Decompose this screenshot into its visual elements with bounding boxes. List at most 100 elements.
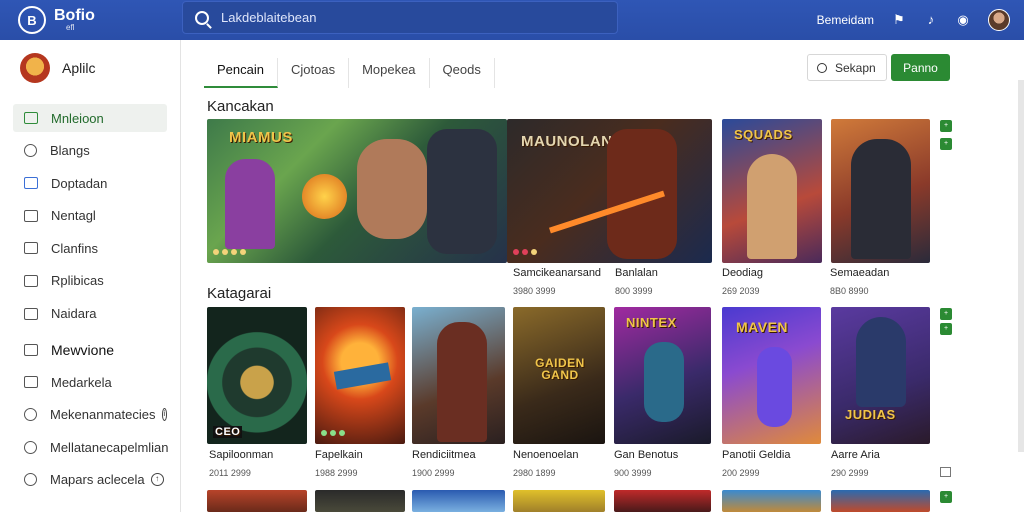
section-title-category: Katagarai [207,285,272,302]
sidebar-item-9[interactable]: Medarkela [13,368,167,396]
side-action-button[interactable]: + [940,323,952,335]
scrollbar[interactable] [1018,80,1024,452]
card-art-title: MIAMUS [229,129,293,146]
tab-3[interactable]: Mopekea [349,58,430,88]
grid-card-2[interactable] [315,307,405,444]
chat-icon [24,440,37,454]
featured-card-3[interactable]: SQUADS [722,119,822,263]
search-bar[interactable] [182,1,618,34]
card-meta: 269 2039 [722,286,760,296]
sidebar-item-7[interactable]: Naidara [13,300,167,328]
side-action-button[interactable]: + [940,308,952,320]
sidebar-item-label: Blangs [50,143,90,159]
grid-card-partial[interactable] [614,490,711,512]
sidebar-item-4[interactable]: Nentagl [13,202,167,230]
tab-1[interactable]: Pencain [204,58,278,88]
sidebar-item-label: Clanfins [51,240,98,256]
side-action-button[interactable]: + [940,120,952,132]
side-action-button[interactable]: + [940,138,952,150]
grid-card-partial[interactable] [513,490,605,512]
card-meta: 2980 1899 [513,468,556,478]
card-title: Banlalan [615,267,658,279]
card-meta: 3980 3999 [513,286,556,296]
card-title: Nenoenoelan [513,449,579,461]
search-button[interactable]: Sekapn [807,54,887,81]
card-meta: 200 2999 [722,468,760,478]
card-meta: 8B0 8990 [830,286,869,296]
featured-card-4[interactable] [831,119,930,263]
grid-card-6[interactable]: MAVEN [722,307,821,444]
card-art-title: CEO [213,426,243,438]
card-art-title: GAIDEN GAND [535,356,585,382]
sidebar-item-11[interactable]: Mellatanecapelmlian [13,433,169,461]
card-title: Deodiag [722,267,763,279]
search-icon [195,10,209,25]
card-meta: 1988 2999 [315,468,358,478]
sidebar-item-label: Mewvione [51,341,115,358]
sidebar-item-home[interactable]: Mnleioon [13,104,167,132]
sidebar-item-5[interactable]: Clanfins [13,234,167,262]
grid-card-3[interactable] [412,307,505,444]
card-title: Aarre Aria [831,449,880,461]
card-title: Rendiciitmea [412,449,476,461]
card-meta: 800 3999 [615,286,653,296]
card-art-title: SQUADS [734,127,793,142]
search-icon [817,62,827,73]
notification-icon[interactable]: ♪ [924,13,938,27]
settings-icon[interactable]: ◉ [956,13,970,27]
help-icon [24,408,37,422]
sidebar: Aplilc Mnleioon Blangs Doptadan Nentagl … [0,40,181,512]
copy-icon [24,274,38,287]
card-meta: 900 3999 [614,468,652,478]
grid-card-partial[interactable] [315,490,405,512]
sidebar-item-label: Doptadan [51,175,108,191]
tab-2[interactable]: Cjotoas [278,58,350,88]
featured-card-2[interactable]: MAUNOLAN [507,119,712,263]
menu-icon [24,343,38,356]
grid-card-7[interactable]: JUDIAS [831,307,930,444]
sidebar-item-10[interactable]: Mekenanmatecies i [13,401,167,429]
sidebar-item-label: Mellatanecapelmlian [50,439,169,455]
sidebar-item-label: Medarkela [51,374,112,390]
grid-card-partial[interactable] [412,490,505,512]
sidebar-section-heading[interactable]: Mewvione [13,336,167,364]
box-icon [24,209,38,222]
grid-card-partial[interactable] [207,490,307,512]
home-icon [24,112,38,124]
arrow-up-icon: ↑ [150,473,164,487]
main-content: Pencain Cjotoas Mopekea Qeods Sekapn Pan… [182,40,1024,512]
profile[interactable]: Aplilc [20,53,180,83]
tab-4[interactable]: Qeods [430,58,495,88]
card-title: Gan Benotus [614,449,679,461]
card-title: Samcikeanarsand [513,267,602,279]
grid-card-partial[interactable] [831,490,930,512]
side-action-button[interactable]: + [940,491,952,503]
sidebar-item-6[interactable]: Rplibicas [13,267,167,295]
sidebar-item-3[interactable]: Doptadan [13,169,167,197]
section-title-featured: Kancakan [207,98,274,115]
sidebar-item-12[interactable]: Mapars aclecela ↑ [13,466,167,494]
featured-card-1[interactable]: MIAMUS [207,119,507,263]
grid-card-partial[interactable] [722,490,821,512]
card-title: Sapiloonman [209,449,274,461]
sidebar-item-label: Nentagl [51,208,96,224]
map-icon [24,473,37,487]
primary-button[interactable]: Panno [891,54,950,81]
search-input[interactable] [221,10,601,25]
logo-mark-icon: B [18,6,46,34]
card-art-title: NINTEX [626,315,677,330]
list-icon [24,307,38,320]
sidebar-item-2[interactable]: Blangs [13,137,167,165]
user-label[interactable]: Bemeidam [817,13,874,27]
bookmark-icon[interactable]: ⚑ [892,13,906,27]
profile-name: Aplilc [62,60,96,76]
avatar[interactable] [988,9,1010,31]
grid-card-5[interactable]: NINTEX [614,307,711,444]
card-meta: 1900 2999 [412,468,455,478]
grid-card-4[interactable]: GAIDEN GAND [513,307,605,444]
sidebar-item-label: Mapars aclecela [50,472,145,488]
grid-card-1[interactable]: CEO [207,307,307,444]
card-meta: 290 2999 [831,468,869,478]
app-logo[interactable]: B Bofio efl [18,6,178,34]
grid-view-icon[interactable] [940,467,951,477]
